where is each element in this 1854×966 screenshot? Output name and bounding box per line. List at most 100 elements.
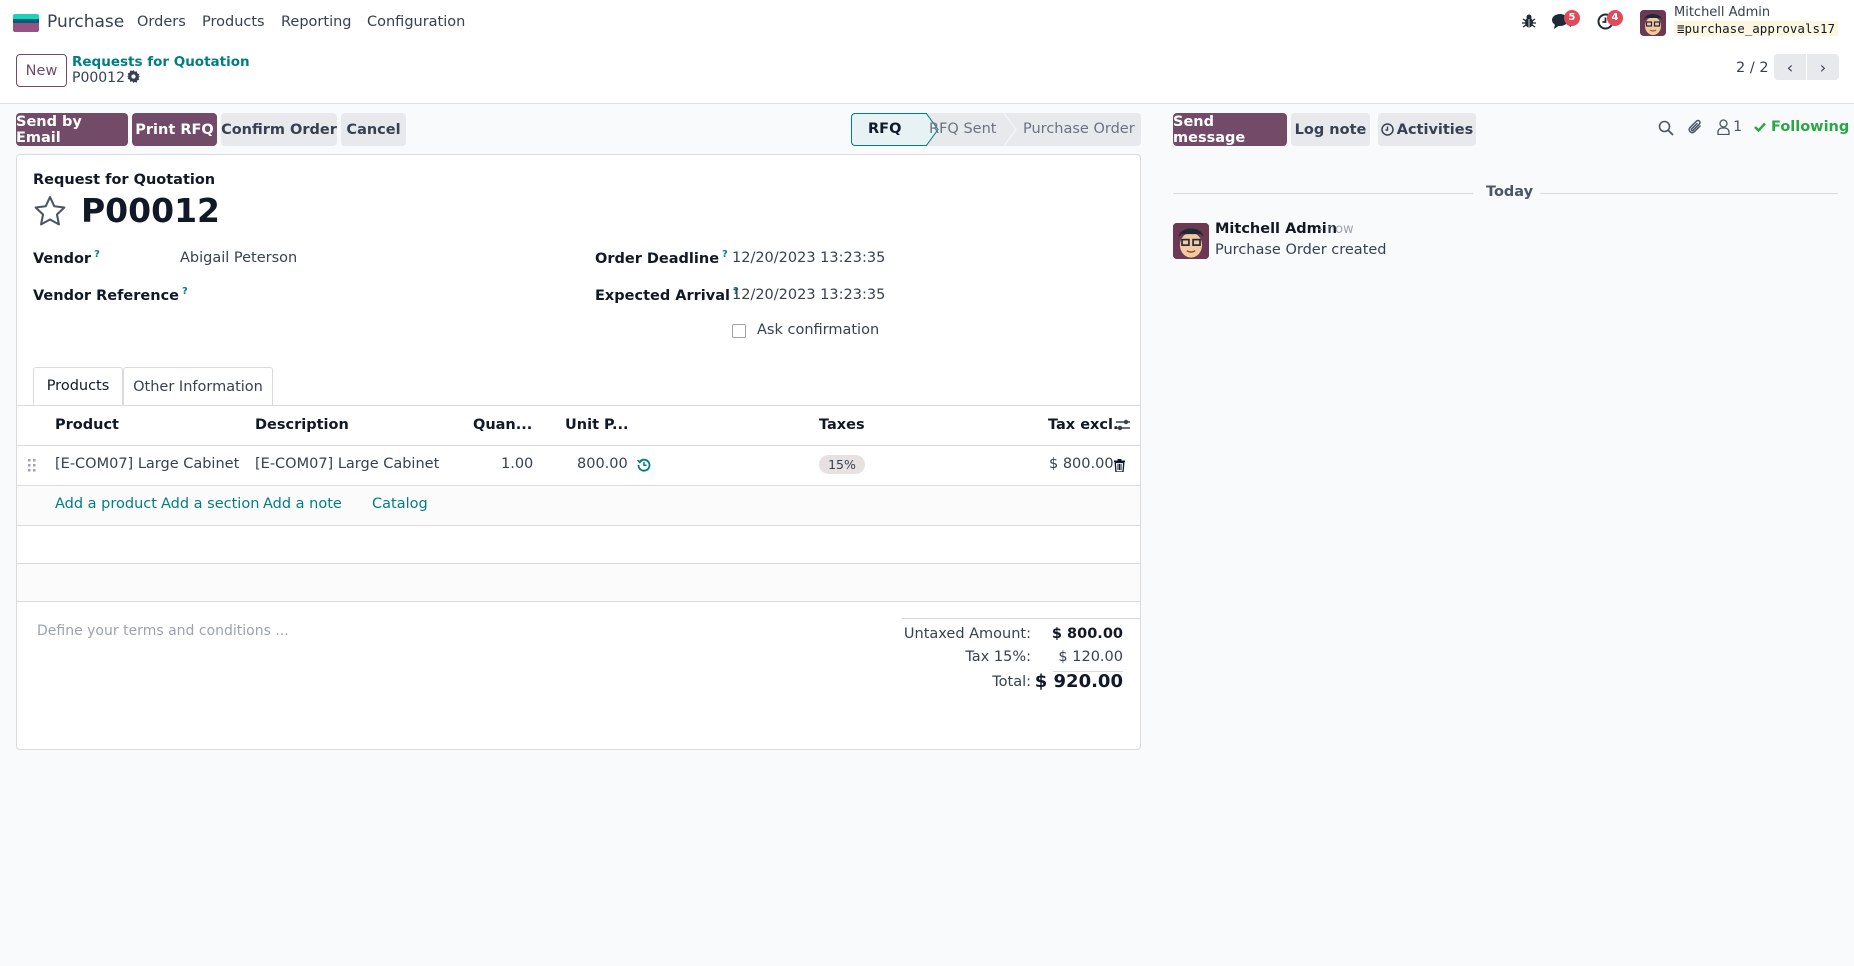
column-header-unit-price[interactable]: Unit P...	[565, 417, 629, 433]
expected-arrival-field[interactable]: 12/20/2023 13:23:35	[732, 287, 885, 303]
form-subtitle: Request for Quotation	[33, 172, 216, 188]
clock-icon	[1380, 123, 1394, 136]
tab-products[interactable]: Products	[33, 367, 123, 405]
total-label: Total:	[992, 674, 1031, 690]
favorite-star-icon[interactable]	[33, 195, 67, 231]
terms-and-conditions-field[interactable]: Define your terms and conditions ...	[37, 623, 289, 639]
stage-separator	[1004, 113, 1017, 146]
follower-user-icon	[1717, 119, 1730, 135]
tax-label: Tax 15%:	[965, 649, 1031, 665]
log-note-button[interactable]: Log note	[1291, 113, 1370, 146]
attachments-paperclip-icon[interactable]	[1687, 119, 1704, 141]
activities-badge: 4	[1607, 10, 1623, 26]
menu-reporting[interactable]: Reporting	[281, 14, 352, 30]
tab-other-information[interactable]: Other Information	[123, 367, 273, 405]
order-deadline-label: Order Deadline?	[595, 249, 728, 267]
print-rfq-button[interactable]: Print RFQ	[132, 113, 217, 146]
header-bottom-border	[17, 445, 1140, 446]
add-section-link[interactable]: Add a section	[161, 496, 259, 512]
gear-icon[interactable]	[127, 70, 140, 87]
tax-value: $ 120.00	[1058, 649, 1123, 665]
search-messages-icon[interactable]	[1658, 120, 1674, 140]
row-tax-tag[interactable]: 15%	[819, 455, 865, 474]
expected-arrival-label: Expected Arrival?	[595, 286, 739, 304]
row-unit-price[interactable]: 800.00	[577, 456, 628, 472]
message-date: - now	[1318, 222, 1354, 237]
breadcrumb-current: P00012	[72, 70, 125, 86]
app-name[interactable]: Purchase	[47, 12, 124, 32]
vendor-reference-field[interactable]	[180, 286, 560, 306]
catalog-link[interactable]: Catalog	[372, 496, 428, 512]
message-author-avatar[interactable]	[1173, 223, 1209, 259]
control-panel: New Requests for Quotation P00012 2 / 2 …	[0, 46, 1854, 104]
date-separator-line-left	[1173, 193, 1473, 194]
delete-row-trash-icon[interactable]	[1114, 459, 1125, 476]
column-header-tax-excl[interactable]: Tax excl.	[1048, 417, 1118, 433]
debug-bug-icon[interactable]	[1522, 13, 1536, 33]
untaxed-amount-label: Untaxed Amount:	[903, 626, 1031, 642]
breadcrumb-requests-for-quotation[interactable]: Requests for Quotation	[72, 54, 250, 70]
send-by-email-button[interactable]: Send by Email	[16, 113, 128, 146]
vendor-field[interactable]: Abigail Peterson	[180, 250, 297, 266]
stage-rfq-sent[interactable]: RFQ Sent	[929, 113, 996, 146]
message-body: Purchase Order created	[1215, 242, 1387, 258]
stage-rfq[interactable]: RFQ	[851, 113, 927, 146]
date-separator: Today	[1486, 184, 1534, 200]
checkmark-icon	[1754, 122, 1766, 132]
cancel-button[interactable]: Cancel	[341, 113, 406, 146]
status-bar: RFQ RFQ Sent Purchase Order	[851, 113, 1141, 146]
messages-badge: 5	[1564, 10, 1580, 26]
ask-confirmation-label[interactable]: Ask confirmation	[757, 322, 879, 338]
activities-button[interactable]: Activities	[1378, 113, 1476, 146]
row-description[interactable]: [E-COM07] Large Cabinet	[255, 456, 439, 472]
order-deadline-field[interactable]: 12/20/2023 13:23:35	[732, 250, 885, 266]
order-deadline-help-icon[interactable]: ?	[722, 249, 728, 260]
row-quantity[interactable]: 1.00	[501, 456, 533, 472]
pager-value[interactable]: 2 / 2	[1736, 60, 1769, 76]
total-value: $ 920.00	[1034, 671, 1123, 692]
add-note-link[interactable]: Add a note	[263, 496, 342, 512]
column-header-product[interactable]: Product	[55, 417, 119, 433]
column-header-quantity[interactable]: Quan...	[473, 417, 532, 433]
date-separator-line-right	[1540, 193, 1838, 194]
form-sheet: Request for Quotation P00012 Vendor? Abi…	[16, 154, 1141, 750]
followers-button[interactable]: 1	[1717, 119, 1742, 135]
following-button[interactable]: Following	[1754, 119, 1849, 135]
vendor-label: Vendor?	[33, 249, 100, 267]
send-message-button[interactable]: Send message	[1173, 113, 1287, 146]
top-navbar: Purchase Orders Products Reporting Confi…	[0, 0, 1854, 46]
empty-row	[17, 564, 1140, 601]
row-product[interactable]: [E-COM07] Large Cabinet	[55, 456, 239, 472]
menu-products[interactable]: Products	[202, 14, 265, 30]
chevron-right-icon: ›	[1819, 57, 1827, 77]
optional-columns-toggle-icon[interactable]	[1116, 418, 1130, 436]
tabs-bottom-border	[17, 405, 1140, 406]
column-header-taxes[interactable]: Taxes	[819, 417, 865, 433]
drag-handle-icon[interactable]	[28, 458, 36, 476]
menu-orders[interactable]: Orders	[137, 14, 186, 30]
vendor-reference-label: Vendor Reference?	[33, 286, 188, 304]
followers-count: 1	[1733, 119, 1743, 135]
database-icon: ≣	[1677, 21, 1685, 36]
column-header-description[interactable]: Description	[255, 417, 349, 433]
user-name[interactable]: Mitchell Admin	[1674, 5, 1770, 20]
vendor-help-icon[interactable]: ?	[94, 249, 100, 260]
row-subtotal: $ 800.00	[1049, 456, 1114, 472]
purchase-app-icon[interactable]	[13, 14, 39, 32]
ask-confirmation-checkbox[interactable]	[732, 324, 746, 338]
record-name: P00012	[81, 191, 220, 230]
menu-configuration[interactable]: Configuration	[367, 14, 465, 30]
user-avatar[interactable]	[1640, 10, 1666, 36]
pager-previous-button[interactable]: ‹	[1774, 54, 1806, 80]
database-name: ≣purchase_approvals17	[1674, 21, 1839, 36]
stage-purchase-order[interactable]: Purchase Order	[1023, 113, 1135, 146]
totals-top-border	[902, 618, 1140, 619]
confirm-order-button[interactable]: Confirm Order	[221, 113, 337, 146]
add-row-bottom-border	[17, 525, 1140, 526]
chevron-left-icon: ‹	[1786, 57, 1794, 77]
price-history-icon[interactable]	[636, 458, 651, 476]
add-product-link[interactable]: Add a product	[55, 496, 157, 512]
new-button[interactable]: New	[16, 54, 67, 87]
pager-next-button[interactable]: ›	[1807, 54, 1839, 80]
table-bottom-border	[17, 601, 1140, 602]
